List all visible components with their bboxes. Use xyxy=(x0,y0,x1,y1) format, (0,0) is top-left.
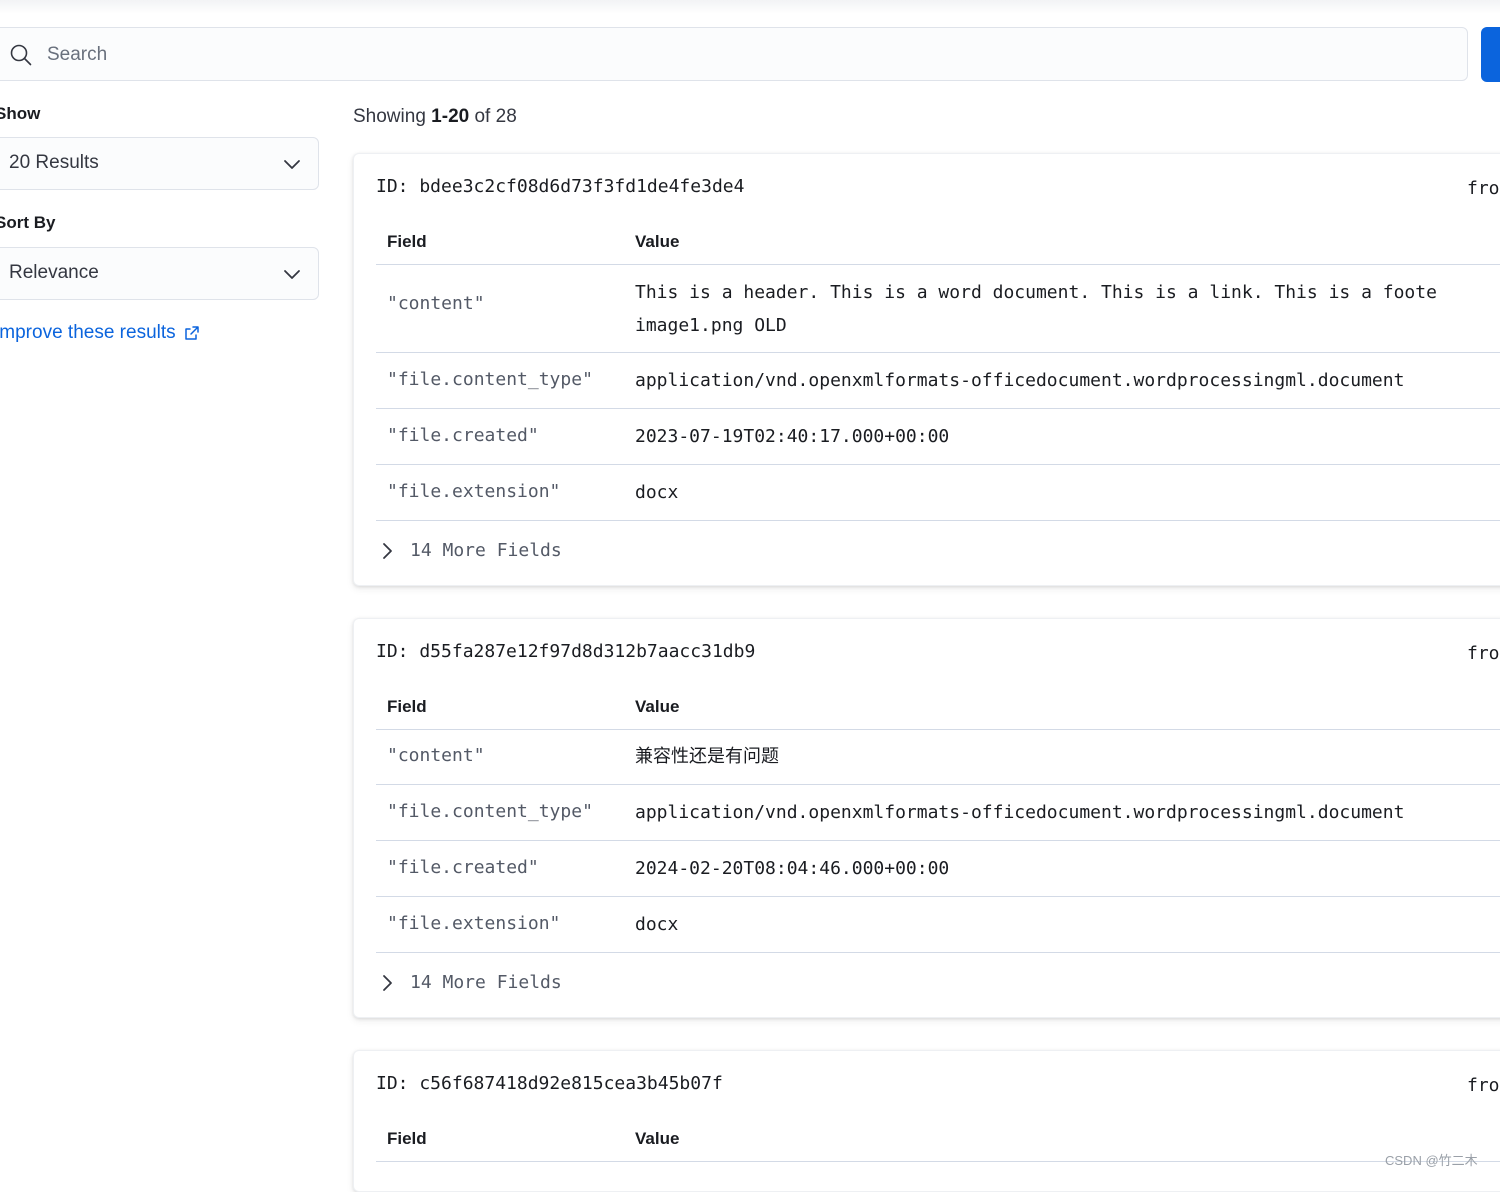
field-name: "file.content_type" xyxy=(387,801,593,822)
field-value: This is a header. This is a word documen… xyxy=(635,282,1437,336)
search-icon xyxy=(10,44,32,66)
field-name: "file.extension" xyxy=(387,481,561,502)
result-card: ID: bdee3c2cf08d6d73f3fd1de4fe3de4 fro F… xyxy=(353,153,1500,586)
result-id: ID: c56f687418d92e815cea3b45b07f xyxy=(376,1073,723,1094)
result-id: ID: bdee3c2cf08d6d73f3fd1de4fe3de4 xyxy=(376,176,745,197)
sort-by-label: Sort By xyxy=(0,213,56,232)
field-column-header: Field xyxy=(387,232,427,251)
table-row: "file.extension" docx xyxy=(376,897,1500,953)
result-source: fro xyxy=(1467,178,1500,199)
chevron-down-icon xyxy=(284,270,300,279)
more-fields-toggle[interactable]: 14 More Fields xyxy=(376,972,562,993)
field-name: "file.content_type" xyxy=(387,369,593,390)
chevron-right-icon xyxy=(383,542,392,559)
result-card: ID: c56f687418d92e815cea3b45b07f fro Fie… xyxy=(353,1050,1500,1192)
results-count: Showing 1-20 of 28 xyxy=(353,106,517,127)
field-name: "content" xyxy=(387,745,485,766)
more-fields-label: 14 More Fields xyxy=(410,972,562,993)
field-value: application/vnd.openxmlformats-officedoc… xyxy=(635,802,1405,823)
sort-select-value: Relevance xyxy=(9,262,99,283)
more-fields-label: 14 More Fields xyxy=(410,540,562,561)
field-value: 兼容性还是有问题 xyxy=(635,746,779,767)
search-box[interactable] xyxy=(0,27,1468,81)
field-value: docx xyxy=(635,914,679,935)
table-row: "file.content_type" application/vnd.open… xyxy=(376,353,1500,409)
field-value: 2023-07-19T02:40:17.000+00:00 xyxy=(635,426,950,447)
improve-results-label: Improve these results xyxy=(0,322,176,343)
show-select[interactable]: 20 Results xyxy=(0,137,319,190)
result-id: ID: d55fa287e12f97d8d312b7aacc31db9 xyxy=(376,641,756,662)
field-value: docx xyxy=(635,482,679,503)
result-source: fro xyxy=(1467,1075,1500,1096)
value-column-header: Value xyxy=(635,697,680,716)
table-row: "content" 兼容性还是有问题 xyxy=(376,729,1500,785)
value-column-header: Value xyxy=(635,1129,680,1148)
field-name: "file.extension" xyxy=(387,913,561,934)
table-header: Field Value xyxy=(376,224,1500,265)
sort-select[interactable]: Relevance xyxy=(0,247,319,300)
search-input[interactable] xyxy=(47,38,1427,72)
table-header: Field Value xyxy=(376,689,1500,730)
result-source: fro xyxy=(1467,643,1500,664)
field-name: "file.created" xyxy=(387,857,539,878)
more-fields-toggle[interactable]: 14 More Fields xyxy=(376,540,562,561)
external-link-icon xyxy=(184,326,199,340)
field-value: application/vnd.openxmlformats-officedoc… xyxy=(635,370,1405,391)
watermark: CSDN @竹二木 xyxy=(1385,1153,1478,1168)
table-row: "file.created" 2023-07-19T02:40:17.000+0… xyxy=(376,409,1500,465)
top-bar xyxy=(0,0,1500,14)
field-name: "file.created" xyxy=(387,425,539,446)
field-column-header: Field xyxy=(387,1129,427,1148)
field-value: 2024-02-20T08:04:46.000+00:00 xyxy=(635,858,950,879)
table-header: Field Value xyxy=(376,1121,1500,1162)
search-button[interactable] xyxy=(1481,27,1500,82)
table-row: "content" This is a header. This is a wo… xyxy=(376,264,1500,353)
table-row: "file.content_type" application/vnd.open… xyxy=(376,785,1500,841)
chevron-right-icon xyxy=(383,974,392,991)
show-label: Show xyxy=(0,104,41,123)
field-column-header: Field xyxy=(387,697,427,716)
value-column-header: Value xyxy=(635,232,680,251)
table-row: "file.created" 2024-02-20T08:04:46.000+0… xyxy=(376,841,1500,897)
field-name: "content" xyxy=(387,293,485,314)
table-row: "file.extension" docx xyxy=(376,465,1500,521)
chevron-down-icon xyxy=(284,160,300,169)
show-select-value: 20 Results xyxy=(9,152,99,173)
result-card: ID: d55fa287e12f97d8d312b7aacc31db9 fro … xyxy=(353,618,1500,1018)
improve-results-link[interactable]: Improve these results xyxy=(0,322,200,344)
